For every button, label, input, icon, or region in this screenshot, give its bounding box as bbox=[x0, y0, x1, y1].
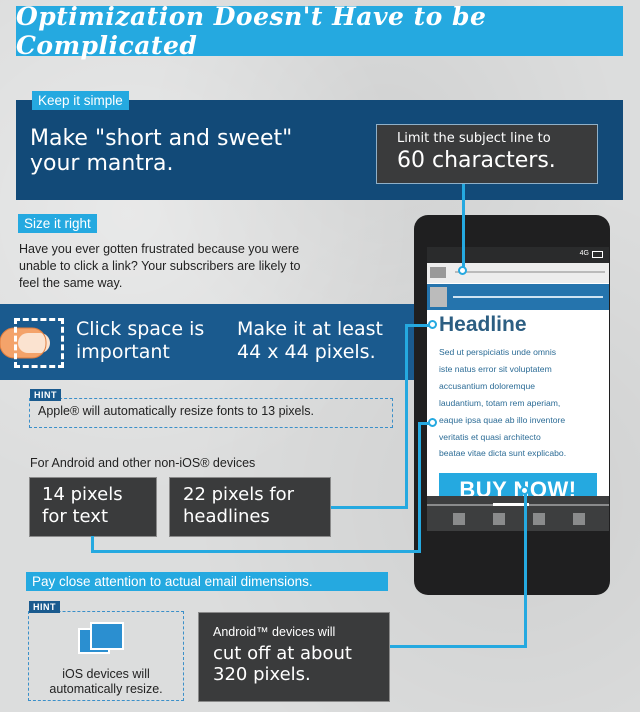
nav-tab-icon-3[interactable] bbox=[533, 513, 545, 525]
ios-hint-text: iOS devices will automatically resize. bbox=[32, 667, 180, 697]
connector-headline-box bbox=[331, 506, 408, 509]
headline-size-line-1: 22 pixels for bbox=[183, 484, 295, 505]
connector-width-vertical bbox=[524, 494, 527, 648]
touch-target-icon bbox=[14, 318, 64, 368]
nav-tab-icon-4[interactable] bbox=[573, 513, 585, 525]
network-label: 4G bbox=[579, 250, 589, 257]
phone-nav-bar bbox=[427, 496, 609, 531]
android-line-3: 320 pixels. bbox=[213, 664, 311, 685]
headline-size-line-2: headlines bbox=[183, 506, 270, 527]
mantra-text: Make "short and sweet" your mantra. bbox=[30, 126, 292, 176]
size-line-1: Make it at least bbox=[237, 318, 383, 340]
text-size-box: 14 pixels for text bbox=[29, 477, 157, 537]
body-line-7: beatae vitae dicta sunt explicabo. bbox=[439, 448, 567, 459]
nav-tab-icon-2[interactable] bbox=[493, 513, 505, 525]
avatar-icon bbox=[430, 287, 447, 307]
apple-hint-tag: HINT bbox=[30, 389, 61, 401]
ios-line-2: automatically resize. bbox=[49, 682, 163, 696]
nav-tab-icon-1[interactable] bbox=[453, 513, 465, 525]
text-size-line-2: for text bbox=[42, 506, 108, 527]
ios-line-1: iOS devices will bbox=[62, 667, 150, 681]
size-line-2: 44 x 44 pixels. bbox=[237, 341, 376, 363]
size-rule-text: Make it at least 44 x 44 pixels. bbox=[237, 318, 383, 364]
connector-text-bottom bbox=[92, 550, 421, 553]
android-label: For Android and other non-iOS® devices bbox=[30, 456, 256, 470]
keep-simple-tag: Keep it simple bbox=[32, 91, 129, 110]
android-line-2: cut off at about bbox=[213, 643, 352, 664]
mail-icon bbox=[430, 267, 446, 278]
body-line-3: accusantium doloremque bbox=[439, 380, 536, 391]
phone-status-bar: 4G bbox=[427, 247, 609, 263]
click-space-text: Click space is important bbox=[76, 318, 204, 364]
phone-screen: 4G Headline Sed ut perspiciatis unde omn… bbox=[427, 247, 609, 531]
headline-size-box: 22 pixels for headlines bbox=[169, 477, 331, 537]
click-line-2: important bbox=[76, 341, 170, 363]
size-intro-line-2: unable to click a link? Your subscribers… bbox=[19, 259, 301, 273]
body-line-4: laudantium, totam rem aperiam, bbox=[439, 397, 561, 408]
size-intro-line-1: Have you ever gotten frustrated because … bbox=[19, 242, 300, 256]
subject-bar bbox=[455, 271, 605, 273]
subject-line-2: 60 characters. bbox=[397, 148, 556, 173]
body-line-1: Sed ut perspiciatis unde omnis bbox=[439, 347, 557, 357]
apple-hint-text: Apple® will automatically resize fonts t… bbox=[38, 404, 315, 418]
connector-dot-headline bbox=[428, 320, 437, 329]
page-title: Optimization Doesn't Have to be Complica… bbox=[16, 2, 487, 60]
subject-line-box: Limit the subject line to 60 characters. bbox=[376, 124, 598, 184]
text-size-line-1: 14 pixels bbox=[42, 484, 123, 505]
connector-dot-subject bbox=[458, 266, 467, 275]
email-headline: Headline bbox=[439, 313, 527, 336]
size-intro: Have you ever gotten frustrated because … bbox=[19, 241, 300, 292]
sender-bar bbox=[453, 296, 603, 298]
connector-body-vertical bbox=[418, 422, 421, 553]
body-line-5: eaque ipsa quae ab illo inventore bbox=[439, 414, 566, 425]
android-line-1: Android™ devices will bbox=[213, 625, 336, 639]
connector-text-vertical bbox=[91, 536, 94, 553]
size-intro-line-3: feel the same way. bbox=[19, 276, 123, 290]
dimensions-tag: Pay close attention to actual email dime… bbox=[26, 572, 388, 591]
connector-dot-body bbox=[428, 418, 437, 427]
click-line-1: Click space is bbox=[76, 318, 205, 340]
mantra-line-2: your mantra. bbox=[30, 151, 174, 176]
sender-row bbox=[427, 284, 609, 310]
inbox-row bbox=[427, 263, 609, 283]
email-body: Sed ut perspiciatis unde omnis iste natu… bbox=[439, 344, 566, 462]
size-right-tag: Size it right bbox=[18, 214, 97, 233]
body-line-2: iste natus error sit voluptatem bbox=[439, 363, 552, 374]
resize-icon bbox=[77, 621, 127, 661]
subject-line-1: Limit the subject line to bbox=[397, 131, 551, 146]
connector-width-horizontal bbox=[389, 645, 527, 648]
title-banner: Optimization Doesn't Have to be Complica… bbox=[16, 2, 623, 60]
connector-headline-vertical bbox=[405, 324, 408, 509]
ios-hint-tag: HINT bbox=[29, 601, 60, 613]
body-line-6: veritatis et quasi architecto bbox=[439, 431, 541, 442]
battery-icon bbox=[592, 251, 603, 258]
mantra-line-1: Make "short and sweet" bbox=[30, 126, 293, 151]
connector-subject-vertical bbox=[462, 184, 465, 270]
android-cutoff-box: Android™ devices will cut off at about 3… bbox=[198, 612, 390, 702]
